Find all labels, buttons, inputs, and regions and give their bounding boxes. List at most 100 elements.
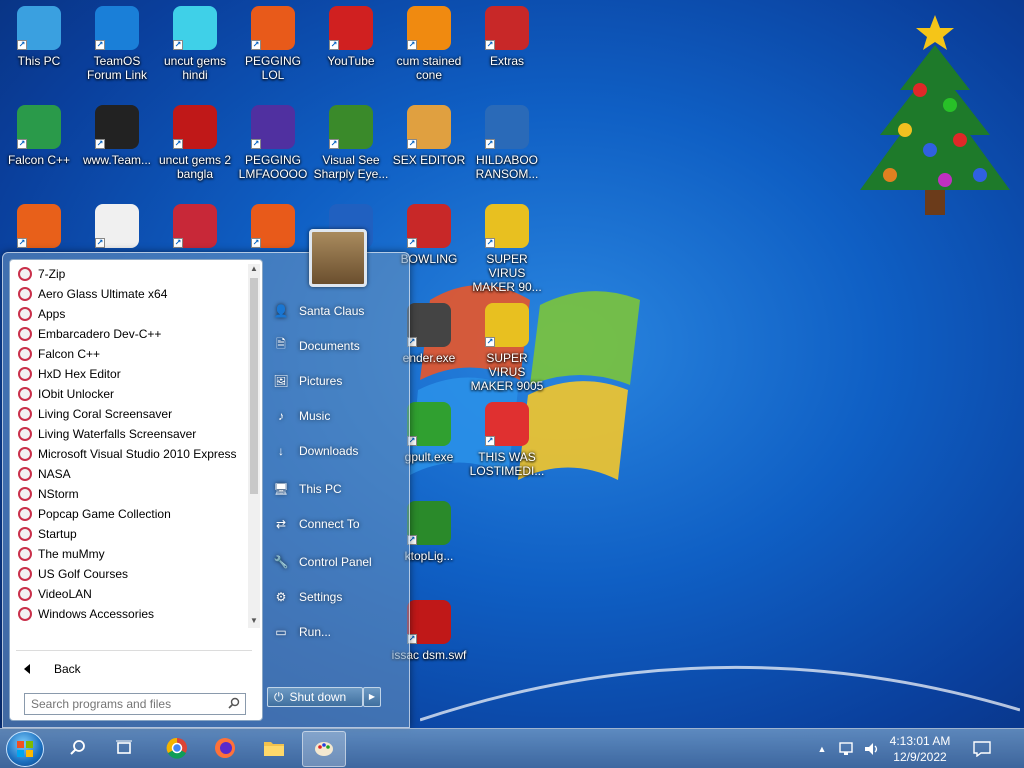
- program-item[interactable]: Apps: [14, 304, 246, 324]
- tray-overflow-chevron-icon[interactable]: ▲: [812, 731, 832, 767]
- program-label: The muMmy: [38, 547, 105, 561]
- file-icon: ↗: [95, 105, 139, 149]
- chrome-icon: [166, 737, 188, 762]
- place-item-settings[interactable]: ⚙ Settings: [265, 579, 405, 614]
- desktop-icon[interactable]: ↗ SUPER VIRUS MAKER 9005: [468, 303, 546, 393]
- desktop-icon[interactable]: ↗: [156, 204, 234, 252]
- desktop-icon[interactable]: ↗ SUPER VIRUS MAKER 90...: [468, 204, 546, 294]
- desktop-icon[interactable]: ↗ THIS WAS LOSTIMEDI...: [468, 402, 546, 478]
- scroll-thumb[interactable]: [250, 278, 258, 494]
- program-item[interactable]: Living Coral Screensaver: [14, 404, 246, 424]
- program-item[interactable]: VideoLAN: [14, 584, 246, 604]
- program-item[interactable]: Living Waterfalls Screensaver: [14, 424, 246, 444]
- desktop-icon-label: SUPER VIRUS MAKER 90...: [472, 252, 542, 294]
- search-input[interactable]: [24, 693, 246, 715]
- place-item-control-panel[interactable]: 🔧 Control Panel: [265, 544, 405, 579]
- shortcut-arrow-icon: ↗: [17, 238, 27, 248]
- place-item-documents[interactable]: 🗎 Documents: [265, 328, 405, 363]
- place-item-santa-claus[interactable]: 👤 Santa Claus: [265, 293, 405, 328]
- computer-icon: ↗: [17, 6, 61, 50]
- place-item-run[interactable]: ▭ Run...: [265, 614, 405, 649]
- place-label: Documents: [299, 338, 360, 353]
- search-icon[interactable]: [228, 697, 240, 709]
- number-2-icon: ↗: [173, 105, 217, 149]
- start-button[interactable]: [6, 731, 44, 767]
- desktop-icon[interactable]: ↗: [78, 204, 156, 252]
- program-label: IObit Unlocker: [38, 387, 115, 401]
- program-item[interactable]: NStorm: [14, 484, 246, 504]
- program-item[interactable]: HxD Hex Editor: [14, 364, 246, 384]
- folder-red-icon: ↗: [485, 6, 529, 50]
- place-item-connect-to[interactable]: ⇄ Connect To: [265, 506, 405, 541]
- program-label: NASA: [38, 467, 71, 481]
- task-view-icon: [115, 740, 133, 759]
- clock[interactable]: 4:13:01 AM 12/9/2022: [888, 733, 952, 765]
- desktop-icon[interactable]: ↗ uncut gems 2 bangla: [156, 105, 234, 181]
- shortcut-arrow-icon: ↗: [95, 139, 105, 149]
- desktop-icon[interactable]: ↗ SEX EDITOR: [390, 105, 468, 167]
- desktop-icon-label: cum stained cone: [396, 54, 462, 82]
- firefox-icon: [214, 737, 236, 762]
- program-item[interactable]: Falcon C++: [14, 344, 246, 364]
- desktop-icon[interactable]: ↗ This PC: [0, 6, 78, 68]
- shutdown-button[interactable]: ⏻ Shut down: [267, 687, 363, 707]
- program-item[interactable]: Embarcadero Dev-C++: [14, 324, 246, 344]
- christmas-tree-gadget[interactable]: [850, 10, 1020, 240]
- program-folder-icon: [18, 307, 32, 321]
- taskbar-search-button[interactable]: [56, 731, 100, 767]
- shutdown-options-arrow-icon[interactable]: ▶: [363, 687, 381, 707]
- taskbar-chrome-button[interactable]: [155, 731, 199, 767]
- taskbar-file-explorer-button[interactable]: [252, 731, 296, 767]
- back-button[interactable]: Back: [18, 658, 81, 680]
- desktop-icon[interactable]: ↗ Extras: [468, 6, 546, 68]
- taskbar-firefox-button[interactable]: [203, 731, 247, 767]
- program-folder-icon: [18, 447, 32, 461]
- program-item[interactable]: US Golf Courses: [14, 564, 246, 584]
- desktop-icon[interactable]: ↗ Falcon C++: [0, 105, 78, 167]
- program-item[interactable]: 7-Zip: [14, 264, 246, 284]
- gem-icon: ↗: [173, 6, 217, 50]
- program-item[interactable]: NASA: [14, 464, 246, 484]
- program-item[interactable]: Startup: [14, 524, 246, 544]
- desktop-icon[interactable]: ↗ www.Team...: [78, 105, 156, 167]
- program-item[interactable]: Popcap Game Collection: [14, 504, 246, 524]
- volume-icon[interactable]: [860, 731, 884, 767]
- scroll-down-arrow-icon[interactable]: ▼: [248, 616, 260, 628]
- divider: [16, 650, 252, 651]
- desktop-icon[interactable]: ↗ PEGGING LMFAOOOO: [234, 105, 312, 181]
- user-avatar[interactable]: [309, 229, 367, 287]
- scroll-up-arrow-icon[interactable]: ▲: [248, 264, 260, 276]
- program-item[interactable]: Windows Accessories: [14, 604, 246, 624]
- desktop-icon[interactable]: ↗: [0, 204, 78, 252]
- taskbar-paint-button[interactable]: [302, 731, 346, 767]
- network-icon[interactable]: [836, 731, 860, 767]
- shutdown-label: Shut down: [289, 690, 347, 704]
- desktop-icon[interactable]: ↗ YouTube: [312, 6, 390, 68]
- vlc-cone-icon: ↗: [407, 6, 451, 50]
- desktop-icon[interactable]: ↗ PEGGING LOL: [234, 6, 312, 82]
- shortcut-arrow-icon: ↗: [485, 40, 495, 50]
- program-item[interactable]: IObit Unlocker: [14, 384, 246, 404]
- place-item-this-pc[interactable]: 🖥 This PC: [265, 471, 405, 506]
- program-item[interactable]: The muMmy: [14, 544, 246, 564]
- desktop-icon[interactable]: ↗ cum stained cone: [390, 6, 468, 82]
- program-list-scrollbar[interactable]: ▲ ▼: [248, 264, 260, 628]
- place-item-music[interactable]: ♪ Music: [265, 398, 405, 433]
- program-item[interactable]: Aero Glass Ultimate x64: [14, 284, 246, 304]
- program-item[interactable]: Microsoft Visual Studio 2010 Express: [14, 444, 246, 464]
- desktop-icon-label: Visual See Sharply Eye...: [313, 153, 389, 181]
- taskbar-task-view-button[interactable]: [102, 731, 146, 767]
- notifications-icon[interactable]: [962, 731, 1002, 767]
- program-list: 7-Zip Aero Glass Ultimate x64 Apps Embarcad…: [14, 264, 246, 636]
- place-item-pictures[interactable]: 🖼 Pictures: [265, 363, 405, 398]
- program-label: Falcon C++: [38, 347, 101, 361]
- desktop-icon[interactable]: ↗: [234, 204, 312, 252]
- shortcut-arrow-icon: ↗: [17, 40, 27, 50]
- desktop-icon[interactable]: ↗ TeamOS Forum Link: [78, 6, 156, 82]
- light-streak: [420, 665, 1020, 722]
- desktop-icon[interactable]: ↗ Visual See Sharply Eye...: [312, 105, 390, 181]
- desktop-icon[interactable]: ↗ uncut gems hindi: [156, 6, 234, 82]
- folder-red-icon: ↗: [407, 204, 451, 248]
- desktop-icon[interactable]: ↗ HILDABOO RANSOM...: [468, 105, 546, 181]
- place-item-downloads[interactable]: ↓ Downloads: [265, 433, 405, 468]
